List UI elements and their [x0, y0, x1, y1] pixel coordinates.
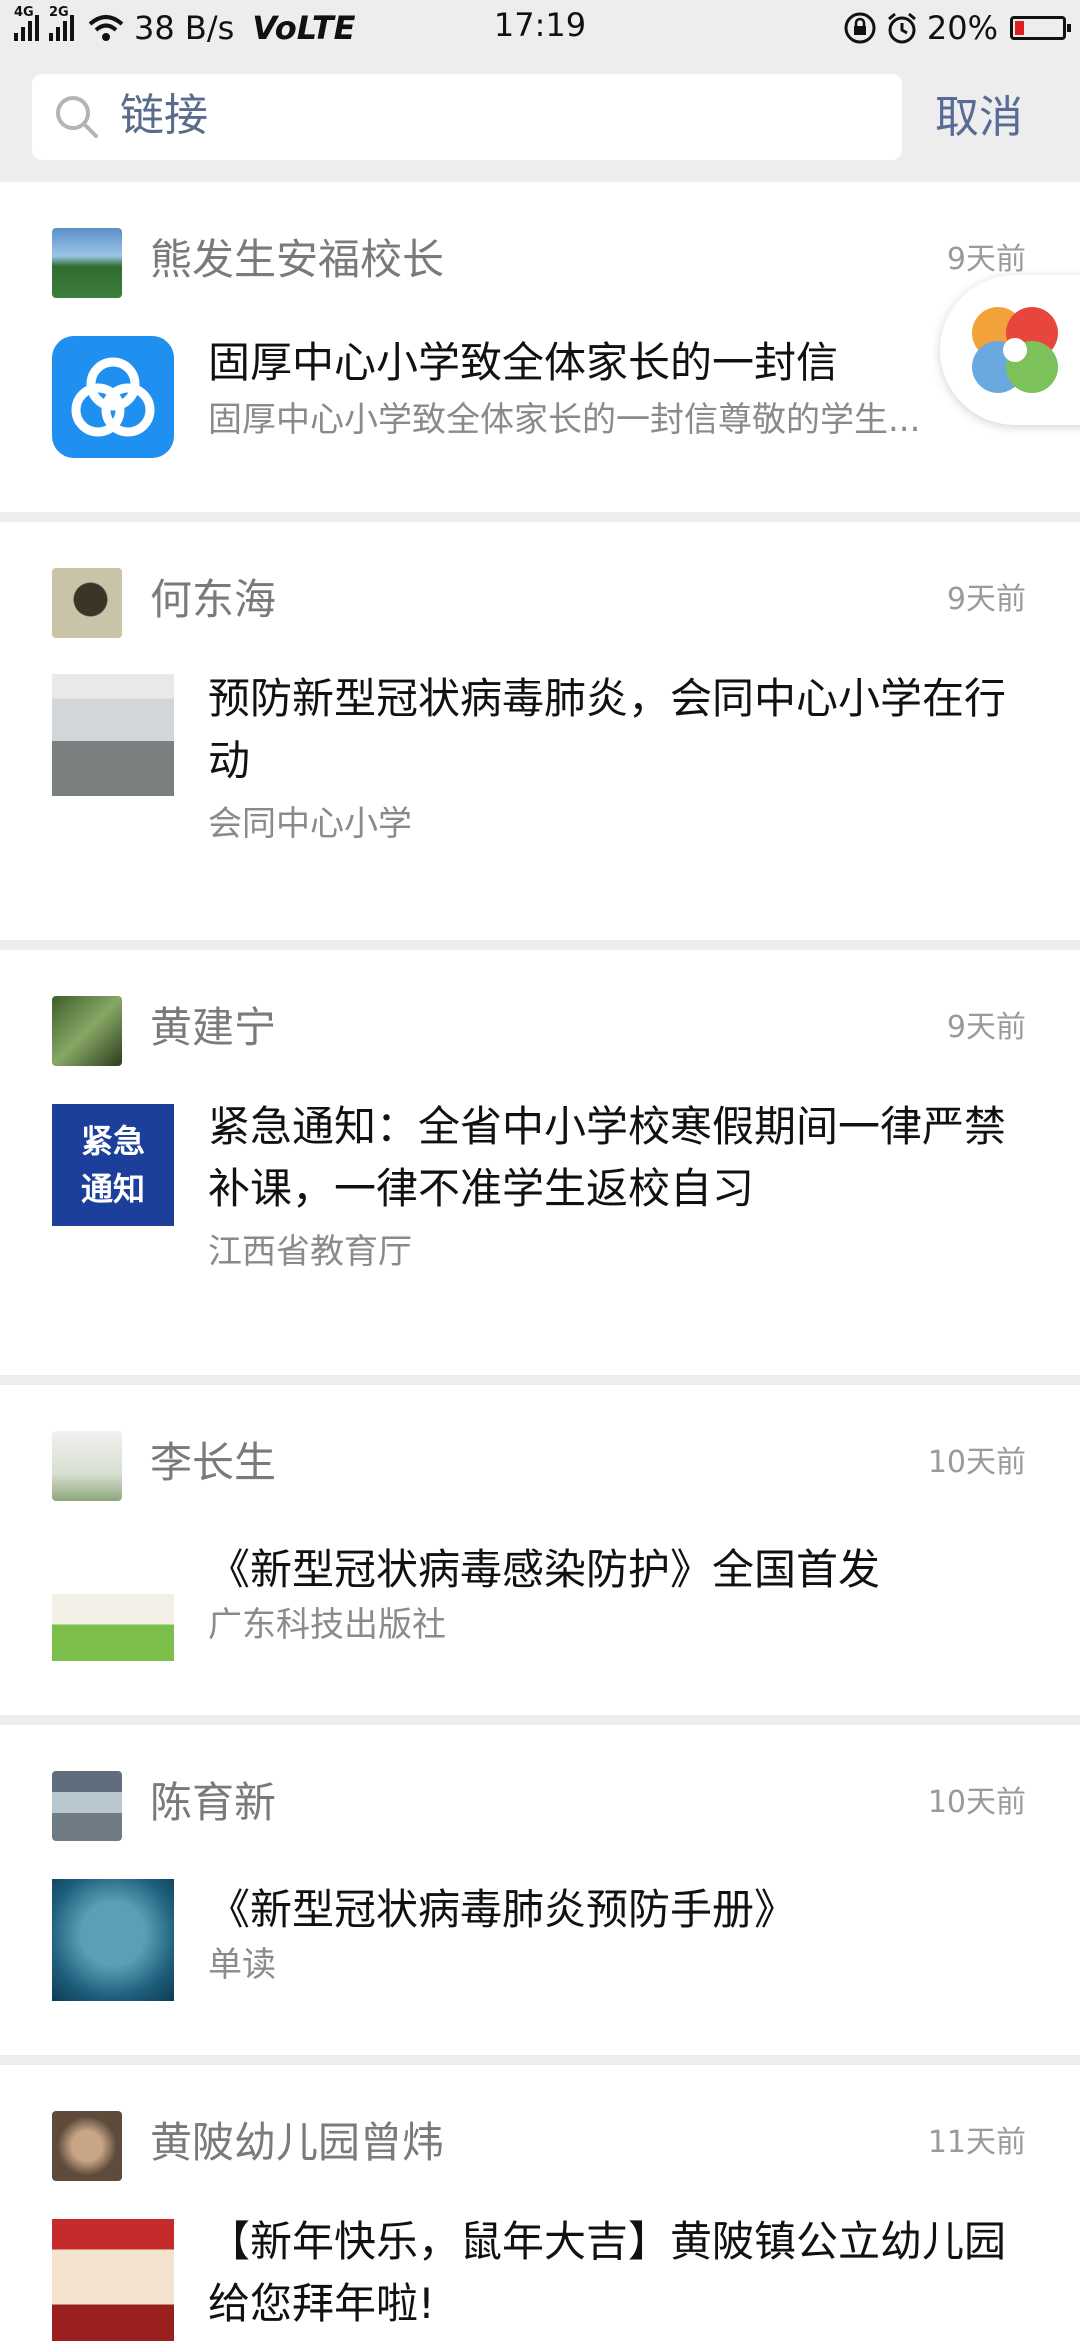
avatar	[52, 228, 122, 298]
link-source: 单读	[208, 1945, 276, 1985]
author-name: 黄建宁	[150, 1003, 277, 1052]
result-card[interactable]: 何东海 9天前 预防新型冠状病毒肺炎，会同中心小学在行动 会同中心小学	[0, 522, 1080, 940]
post-time: 9天前	[946, 1010, 1026, 1045]
app-logo-icon	[52, 336, 174, 458]
search-query: 链接	[120, 90, 208, 141]
avatar	[52, 1771, 122, 1841]
alarm-icon	[887, 12, 916, 44]
link-title: 固厚中心小学致全体家长的一封信	[208, 338, 839, 387]
result-card[interactable]: 李长生 10天前 《新型冠状病毒感染防护》全国首发 广东科技出版社	[0, 1385, 1080, 1715]
result-card[interactable]: 黄建宁 9天前 紧急 通知 紧急通知：全省中小学校寒假期间一律严禁补课，一律不准…	[0, 950, 1080, 1375]
avatar	[52, 1431, 122, 1501]
link-title: 预防新型冠状病毒肺炎，会同中心小学在行动	[208, 674, 1007, 785]
link-source: 固厚中心小学致全体家长的一封信尊敬的学生...	[208, 400, 921, 440]
author-name: 陈育新	[150, 1778, 277, 1827]
result-card[interactable]: 黄陂幼儿园曾炜 11天前 【新年快乐，鼠年大吉】黄陂镇公立幼儿园给您拜年啦!	[0, 2065, 1080, 2346]
floating-app-button[interactable]	[940, 275, 1080, 425]
thumbnail-line-2: 通知	[80, 1170, 145, 1208]
cancel-button[interactable]: 取消	[935, 88, 1023, 148]
battery-percent: 20%	[926, 9, 998, 47]
thumbnail-text: 紧急 通知	[52, 1104, 174, 1226]
avatar	[52, 568, 122, 638]
link-thumbnail	[52, 674, 174, 796]
urgent-notice-thumbnail: 紧急 通知	[52, 1104, 174, 1226]
link-title: 《新型冠状病毒感染防护》全国首发	[208, 1545, 881, 1594]
post-time: 10天前	[927, 1785, 1026, 1820]
author-name: 黄陂幼儿园曾炜	[150, 2118, 445, 2167]
link-source: 江西省教育厅	[208, 1232, 412, 1272]
link-title: 《新型冠状病毒肺炎预防手册》	[208, 1885, 797, 1934]
link-source: 会同中心小学	[208, 804, 412, 844]
author-name: 李长生	[150, 1438, 277, 1487]
link-title: 紧急通知：全省中小学校寒假期间一律严禁补课，一律不准学生返校自习	[208, 1102, 1007, 1213]
post-time: 11天前	[927, 2125, 1026, 2160]
book-cover-thumbnail	[52, 1539, 174, 1661]
author-name: 熊发生安福校长	[150, 235, 445, 284]
link-source: 广东科技出版社	[208, 1605, 446, 1645]
thumbnail-line-1: 紧急	[80, 1122, 145, 1160]
rotation-lock-icon	[844, 12, 876, 44]
result-card[interactable]: 陈育新 10天前 《新型冠状病毒肺炎预防手册》 单读	[0, 1725, 1080, 2055]
post-time: 9天前	[946, 582, 1026, 617]
search-bar: 链接 取消	[0, 56, 1080, 182]
link-thumbnail	[52, 1879, 174, 2001]
status-bar: 4G 2G 38 B/s VoLTE 17:19 20%	[0, 0, 1080, 56]
author-name: 何东海	[150, 575, 277, 624]
battery-icon	[1010, 16, 1071, 40]
link-thumbnail	[52, 2219, 174, 2341]
avatar	[52, 2111, 122, 2181]
battery-level	[1015, 21, 1024, 35]
pinwheel-app-icon	[972, 307, 1058, 393]
status-right: 20%	[843, 6, 1071, 50]
avatar	[52, 996, 122, 1066]
result-card[interactable]: 熊发生安福校长 9天前 固厚中心小学致全体家长的一封信 固厚中心小学致全体家长的…	[0, 182, 1080, 512]
post-time: 10天前	[927, 1445, 1026, 1480]
link-title: 【新年快乐，鼠年大吉】黄陂镇公立幼儿园给您拜年啦!	[208, 2217, 1007, 2328]
search-input[interactable]: 链接	[32, 74, 902, 160]
search-icon	[56, 96, 98, 138]
